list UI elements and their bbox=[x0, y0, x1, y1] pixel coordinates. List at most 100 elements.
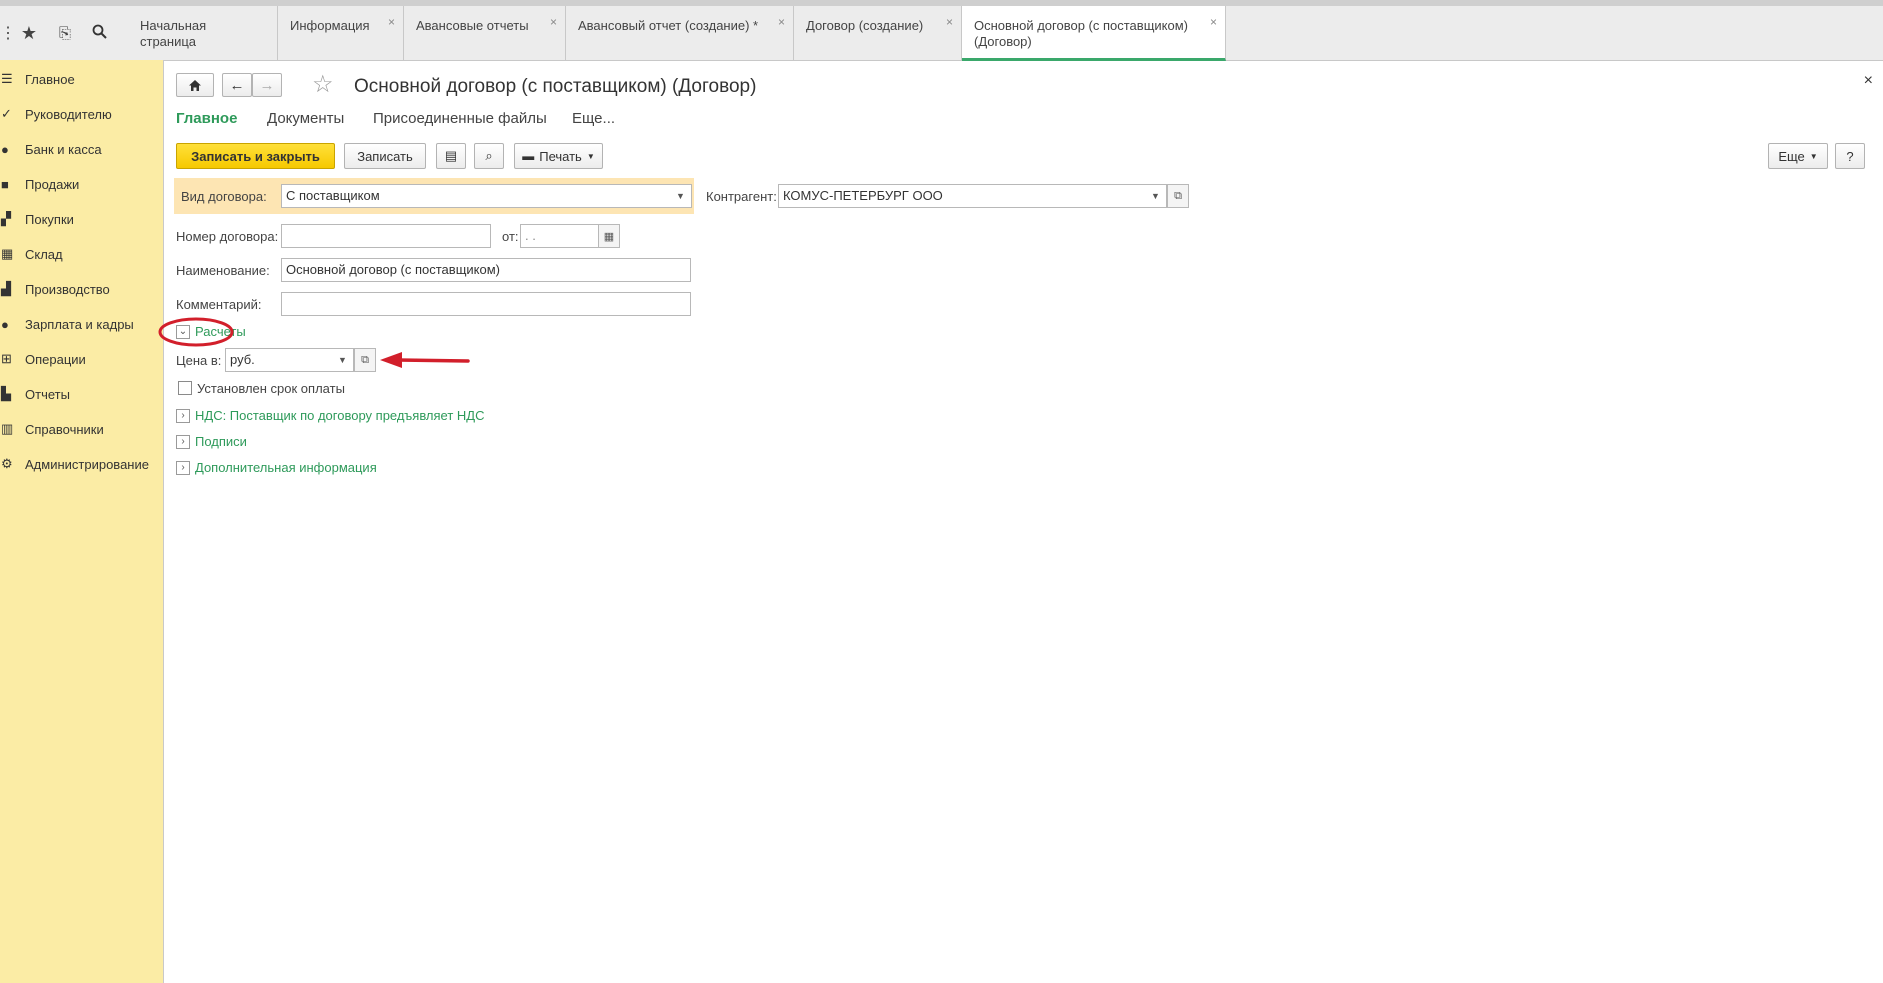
sidebar: ☰ Главное ✓ Руководителю ● Банк и касса … bbox=[0, 60, 164, 983]
chevron-down-icon: ▼ bbox=[1809, 151, 1818, 161]
contract-number-label: Номер договора: bbox=[176, 229, 279, 244]
sidebar-item-administration[interactable]: ⚙ Администрирование bbox=[0, 449, 163, 479]
book-icon: ▥ bbox=[1, 421, 14, 436]
sidebar-item-bank[interactable]: ● Банк и касса bbox=[0, 134, 163, 164]
sidebar-item-references[interactable]: ▥ Справочники bbox=[0, 414, 163, 444]
tab-contract-create[interactable]: Договор (создание) × bbox=[794, 6, 962, 60]
favorites-star-icon[interactable]: ★ bbox=[10, 23, 48, 44]
chevron-right-icon[interactable]: › bbox=[176, 408, 190, 423]
chevron-right-icon[interactable]: › bbox=[176, 460, 190, 475]
vat-group-header[interactable]: › НДС: Поставщик по договору предъявляет… bbox=[176, 408, 485, 423]
contract-type-field[interactable]: С поставщиком bbox=[281, 184, 671, 208]
name-field[interactable]: Основной договор (с поставщиком) bbox=[281, 258, 691, 282]
payment-term-checkbox[interactable] bbox=[178, 381, 192, 395]
tab-label: Основной договор (с поставщиком) (Догово… bbox=[974, 18, 1188, 49]
signatures-group-header[interactable]: › Подписи bbox=[176, 434, 247, 449]
paperclip-icon: ⌕ bbox=[485, 148, 493, 163]
tab-close-icon[interactable]: × bbox=[946, 14, 953, 30]
history-icon[interactable]: ⎘ bbox=[48, 25, 82, 42]
save-and-close-button[interactable]: Записать и закрыть bbox=[176, 143, 335, 169]
subnav-more[interactable]: Еще... bbox=[572, 110, 615, 127]
sidebar-item-label: Справочники bbox=[25, 421, 104, 437]
subnav-main[interactable]: Главное bbox=[176, 110, 237, 127]
subnav-documents[interactable]: Документы bbox=[267, 110, 344, 127]
document-list-button[interactable]: ▤ bbox=[436, 143, 466, 169]
subnav-attached-files[interactable]: Присоединенные файлы bbox=[373, 110, 547, 127]
coin-icon: ● bbox=[1, 141, 9, 157]
tab-close-icon[interactable]: × bbox=[388, 14, 395, 30]
sidebar-item-sales[interactable]: ■ Продажи bbox=[0, 169, 163, 199]
cart-icon: ▞ bbox=[1, 211, 11, 226]
menu-dots-icon[interactable]: ⋮ bbox=[0, 23, 16, 43]
sidebar-item-operations[interactable]: ⊞ Операции bbox=[0, 344, 163, 374]
button-label: Печать bbox=[539, 148, 582, 164]
sidebar-item-reports[interactable]: ▙ Отчеты bbox=[0, 379, 163, 409]
payments-group-header[interactable]: ⌄ Расчеты bbox=[176, 324, 246, 339]
tab-advance-report-create[interactable]: Авансовый отчет (создание) * × bbox=[566, 6, 794, 60]
counterparty-dropdown[interactable]: ▼ bbox=[1145, 184, 1167, 208]
calendar-button[interactable]: ▦ bbox=[598, 224, 620, 248]
factory-icon: ▟ bbox=[1, 281, 11, 296]
counterparty-open-button[interactable]: ⧉ bbox=[1167, 184, 1189, 208]
search-icon[interactable] bbox=[82, 23, 116, 44]
price-currency-field[interactable]: руб. bbox=[225, 348, 333, 372]
attach-button[interactable]: ⌕ bbox=[474, 143, 504, 169]
calendar-icon: ▦ bbox=[603, 230, 615, 243]
save-button[interactable]: Записать bbox=[344, 143, 426, 169]
price-currency-dropdown[interactable]: ▼ bbox=[332, 348, 354, 372]
payment-term-label: Установлен срок оплаты bbox=[197, 381, 345, 396]
more-button[interactable]: Еще ▼ bbox=[1768, 143, 1828, 169]
favorite-star-icon[interactable]: ☆ bbox=[312, 70, 334, 99]
contract-number-field[interactable] bbox=[281, 224, 491, 248]
print-button[interactable]: ▬ Печать ▼ bbox=[514, 143, 603, 169]
additional-info-group-header[interactable]: › Дополнительная информация bbox=[176, 460, 377, 475]
sidebar-item-label: Склад bbox=[25, 246, 63, 262]
sidebar-item-purchases[interactable]: ▞ Покупки bbox=[0, 204, 163, 234]
sidebar-item-manager[interactable]: ✓ Руководителю bbox=[0, 99, 163, 129]
price-currency-open-button[interactable]: ⧉ bbox=[354, 348, 376, 372]
sidebar-item-label: Банк и касса bbox=[25, 141, 102, 157]
home-button[interactable] bbox=[176, 73, 214, 97]
forward-button[interactable]: → bbox=[252, 73, 282, 97]
contract-type-dropdown[interactable]: ▼ bbox=[670, 184, 692, 208]
operations-icon: ⊞ bbox=[1, 351, 12, 366]
tab-close-icon[interactable]: × bbox=[1210, 14, 1217, 30]
help-button[interactable]: ? bbox=[1835, 143, 1865, 169]
form-area: ← → ☆ Основной договор (с поставщиком) (… bbox=[164, 60, 1883, 983]
tab-close-icon[interactable]: × bbox=[550, 14, 557, 30]
chevron-down-icon[interactable]: ⌄ bbox=[176, 324, 190, 339]
sidebar-item-label: Покупки bbox=[25, 211, 74, 227]
chevron-right-icon[interactable]: › bbox=[176, 434, 190, 449]
group-label: НДС: Поставщик по договору предъявляет Н… bbox=[195, 408, 485, 423]
person-icon: ● bbox=[1, 316, 9, 332]
date-field[interactable]: . . bbox=[520, 224, 600, 248]
back-button[interactable]: ← bbox=[222, 73, 252, 97]
sidebar-item-label: Главное bbox=[25, 71, 75, 87]
arrow-left-icon: ← bbox=[229, 76, 245, 94]
tab-close-icon[interactable]: × bbox=[778, 14, 785, 30]
tab-label: Авансовые отчеты bbox=[416, 18, 529, 33]
group-label: Подписи bbox=[195, 434, 247, 449]
tab-bar: ⋮ ★ ⎘ Начальная страница Информация × Ав… bbox=[0, 6, 1883, 61]
tab-home[interactable]: Начальная страница bbox=[128, 6, 278, 60]
comment-field[interactable] bbox=[281, 292, 691, 316]
sidebar-item-main[interactable]: ☰ Главное bbox=[0, 64, 163, 94]
tab-information[interactable]: Информация × bbox=[278, 6, 404, 60]
sidebar-item-salary[interactable]: ● Зарплата и кадры bbox=[0, 309, 163, 339]
list-icon: ☰ bbox=[1, 71, 13, 86]
price-currency-label: Цена в: bbox=[176, 353, 222, 368]
sidebar-item-label: Операции bbox=[25, 351, 86, 367]
group-label: Расчеты bbox=[195, 324, 246, 339]
printer-icon: ▬ bbox=[522, 149, 535, 163]
counterparty-field[interactable]: КОМУС-ПЕТЕРБУРГ ООО bbox=[778, 184, 1150, 208]
close-icon[interactable]: × bbox=[1864, 72, 1873, 90]
tab-label: Начальная страница bbox=[140, 18, 207, 49]
name-label: Наименование: bbox=[176, 263, 270, 278]
document-icon: ▤ bbox=[444, 148, 458, 163]
tab-main-contract[interactable]: Основной договор (с поставщиком) (Догово… bbox=[962, 6, 1226, 61]
sidebar-item-label: Руководителю bbox=[25, 106, 112, 122]
sidebar-item-warehouse[interactable]: ▦ Склад bbox=[0, 239, 163, 269]
group-label: Дополнительная информация bbox=[195, 460, 377, 475]
sidebar-item-production[interactable]: ▟ Производство bbox=[0, 274, 163, 304]
tab-advance-reports[interactable]: Авансовые отчеты × bbox=[404, 6, 566, 60]
